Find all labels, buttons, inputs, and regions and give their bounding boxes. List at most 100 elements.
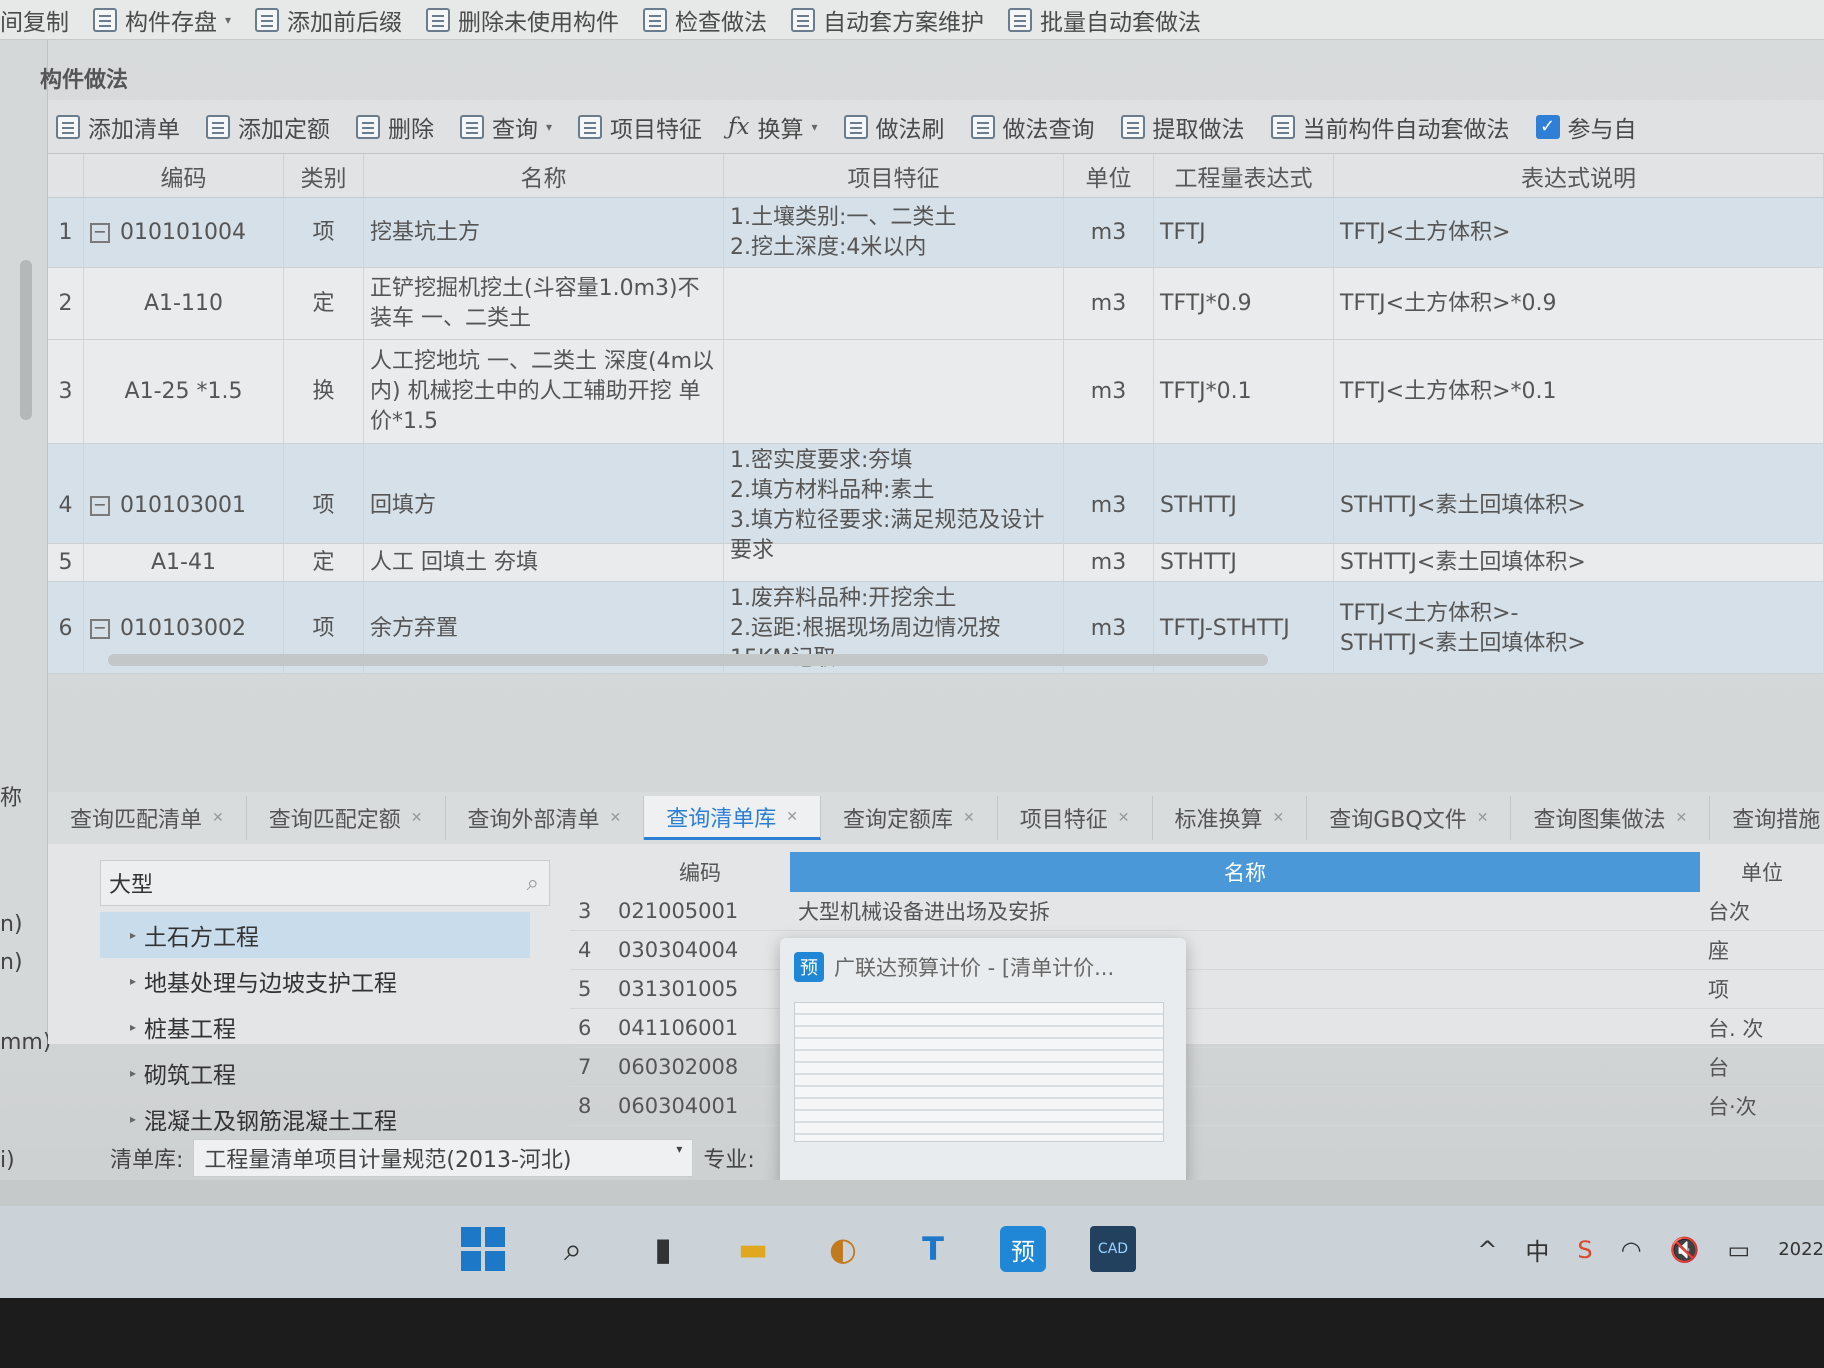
chevron-down-icon[interactable]: ▾ [225, 13, 231, 27]
task-view-icon[interactable]: ▮ [640, 1226, 686, 1272]
tab-quota-library[interactable]: 查询定额库 ✕ [821, 796, 998, 840]
participate-checkbox[interactable]: ✓ 参与自 [1535, 110, 1637, 144]
name-cell[interactable]: 人工 回填土 夯填 [364, 544, 724, 581]
name-cell[interactable]: 挖基坑土方 [364, 198, 724, 267]
expr-cell[interactable]: STHTTJ [1154, 544, 1334, 581]
rail-scrollbar[interactable] [20, 260, 32, 420]
header-feature[interactable]: 项目特征 [724, 154, 1064, 197]
tree-item[interactable]: ▸ 桩基工程 [100, 1004, 550, 1050]
table-row[interactable]: 3 021005001 大型机械设备进出场及安拆 台次 [570, 892, 1824, 931]
header-code[interactable]: 编码 [84, 154, 284, 197]
tab-standard-convert[interactable]: 标准换算 ✕ [1153, 796, 1308, 840]
expand-icon[interactable]: ▸ [130, 928, 136, 942]
collapse-icon[interactable]: − [90, 222, 110, 243]
type-cell[interactable]: 换 [284, 340, 364, 443]
checkmark-icon[interactable]: ✓ [1535, 114, 1560, 139]
wifi-icon[interactable]: ◠ [1621, 1236, 1642, 1264]
method-query-button[interactable]: 做法查询 [970, 110, 1095, 144]
feature-cell[interactable] [724, 340, 1064, 443]
header-type[interactable]: 类别 [284, 154, 364, 197]
cad-icon[interactable]: CAD [1090, 1226, 1136, 1272]
table-row[interactable]: 7 060302008 台 [570, 1048, 1824, 1087]
unit-cell[interactable]: m3 [1064, 198, 1154, 267]
type-cell[interactable]: 项 [284, 198, 364, 267]
expr-cell[interactable]: TFTJ [1154, 198, 1334, 267]
tab-match-list[interactable]: 查询匹配清单 ✕ [48, 796, 247, 840]
tray-overflow-icon[interactable]: ^ [1477, 1236, 1497, 1264]
lib-header-name[interactable]: 名称 [790, 852, 1700, 892]
volume-icon[interactable]: 🔇 [1670, 1236, 1700, 1264]
sogou-icon[interactable]: S [1577, 1236, 1592, 1264]
taskbar-preview[interactable]: 预 广联达预算计价 - [清单计价... [780, 938, 1186, 1212]
app-icon[interactable]: ◐ [820, 1226, 866, 1272]
add-quota-button[interactable]: 添加定额 [206, 110, 330, 144]
batch-auto-button[interactable]: 批量自动套做法 [1008, 3, 1201, 37]
clock[interactable]: 2022 [1778, 1239, 1824, 1260]
delete-unused-button[interactable]: 删除未使用构件 [426, 3, 619, 37]
tab-gbq-file[interactable]: 查询GBQ文件 ✕ [1307, 796, 1512, 840]
project-feature-button[interactable]: 项目特征 [578, 110, 702, 144]
expand-icon[interactable]: ▸ [130, 974, 136, 988]
lib-header-code[interactable]: 编码 [610, 857, 790, 887]
close-icon[interactable]: ✕ [1273, 810, 1285, 826]
table-row[interactable]: 3 A1-25 *1.5 换 人工挖地坑 一、二类土 深度(4m以内) 机械挖土… [48, 340, 1824, 444]
lib-header-unit[interactable]: 单位 [1700, 857, 1824, 887]
file-explorer-icon[interactable]: ▬ [730, 1226, 776, 1272]
code-cell[interactable]: A1-25 *1.5 [84, 340, 284, 443]
copy-button[interactable]: 间复制 [0, 3, 69, 37]
close-icon[interactable]: ✕ [1675, 810, 1687, 826]
type-cell[interactable]: 定 [284, 544, 364, 581]
unit-cell[interactable]: m3 [1064, 268, 1154, 339]
collapse-icon[interactable]: − [90, 619, 110, 639]
close-icon[interactable]: ✕ [610, 810, 622, 826]
tab-project-feature[interactable]: 项目特征 ✕ [998, 796, 1153, 840]
name-cell[interactable]: 正铲挖掘机挖土(斗容量1.0m3)不装车 一、二类土 [364, 268, 724, 339]
table-row[interactable]: 5 A1-41 定 人工 回填土 夯填 m3 STHTTJ STHTTJ<素土回… [48, 544, 1824, 582]
auto-apply-button[interactable]: 当前构件自动套做法 [1270, 110, 1510, 144]
table-row[interactable]: 4 −010103001 项 回填方 1.密实度要求:夯填 2.填方材料品种:素… [48, 444, 1824, 568]
horizontal-scrollbar[interactable] [108, 654, 1268, 666]
save-component-button[interactable]: 构件存盘 ▾ [93, 3, 231, 37]
header-expr[interactable]: 工程量表达式 [1154, 154, 1334, 197]
table-row[interactable]: 8 060304001 台·次 [570, 1087, 1824, 1126]
table-row[interactable]: 2 A1-110 定 正铲挖掘机挖土(斗容量1.0m3)不装车 一、二类土 m3… [48, 268, 1824, 340]
add-prefix-button[interactable]: 添加前后缀 [255, 3, 402, 37]
chevron-down-icon[interactable]: ▾ [812, 120, 818, 134]
chevron-down-icon[interactable]: ▾ [676, 1142, 682, 1174]
convert-button[interactable]: ƒx 换算 ▾ [728, 110, 818, 144]
code-cell[interactable]: A1-41 [84, 544, 284, 581]
tab-measures[interactable]: 查询措施 [1710, 796, 1824, 840]
tab-atlas-method[interactable]: 查询图集做法 ✕ [1511, 796, 1711, 840]
table-row[interactable]: 4 030304004 座 [570, 931, 1824, 970]
method-brush-button[interactable]: 做法刷 [843, 110, 945, 144]
close-icon[interactable]: ✕ [963, 810, 975, 826]
expand-icon[interactable]: ▸ [130, 1066, 136, 1080]
close-icon[interactable]: ✕ [1118, 810, 1130, 826]
close-icon[interactable]: ✕ [212, 810, 224, 826]
windows-start-icon[interactable] [460, 1226, 506, 1272]
delete-button[interactable]: 删除 [356, 110, 434, 144]
preview-thumbnail[interactable] [794, 1002, 1164, 1142]
tree-item[interactable]: ▸ 地基处理与边坡支护工程 [100, 958, 550, 1004]
tab-external-list[interactable]: 查询外部清单 ✕ [446, 796, 645, 840]
ime-icon[interactable]: 中 [1525, 1232, 1549, 1267]
search-icon[interactable]: ⌕ [527, 871, 539, 896]
table-row[interactable]: 6 041106001 台. 次 [570, 1009, 1824, 1048]
search-icon[interactable]: ⌕ [550, 1226, 596, 1272]
feature-cell[interactable] [724, 544, 1064, 581]
tab-match-quota[interactable]: 查询匹配定额 ✕ [247, 796, 446, 840]
collapse-icon[interactable]: − [90, 496, 110, 516]
close-icon[interactable]: ✕ [786, 809, 798, 825]
tree-item[interactable]: ▸ 混凝土及钢筋混凝土工程 [100, 1096, 550, 1142]
type-cell[interactable]: 定 [284, 268, 364, 339]
tree-item[interactable]: ▸ 土石方工程 [100, 912, 530, 958]
expand-icon[interactable]: ▸ [130, 1020, 136, 1034]
name-cell[interactable]: 人工挖地坑 一、二类土 深度(4m以内) 机械挖土中的人工辅助开挖 单价*1.5 [364, 340, 724, 443]
expr-cell[interactable]: TFTJ*0.1 [1154, 340, 1334, 443]
header-unit[interactable]: 单位 [1064, 154, 1154, 197]
battery-icon[interactable]: ▭ [1728, 1236, 1751, 1264]
expr-cell[interactable]: TFTJ*0.9 [1154, 268, 1334, 339]
code-cell[interactable]: A1-110 [84, 268, 284, 339]
chevron-down-icon[interactable]: ▾ [546, 120, 552, 134]
feature-cell[interactable] [724, 268, 1064, 339]
